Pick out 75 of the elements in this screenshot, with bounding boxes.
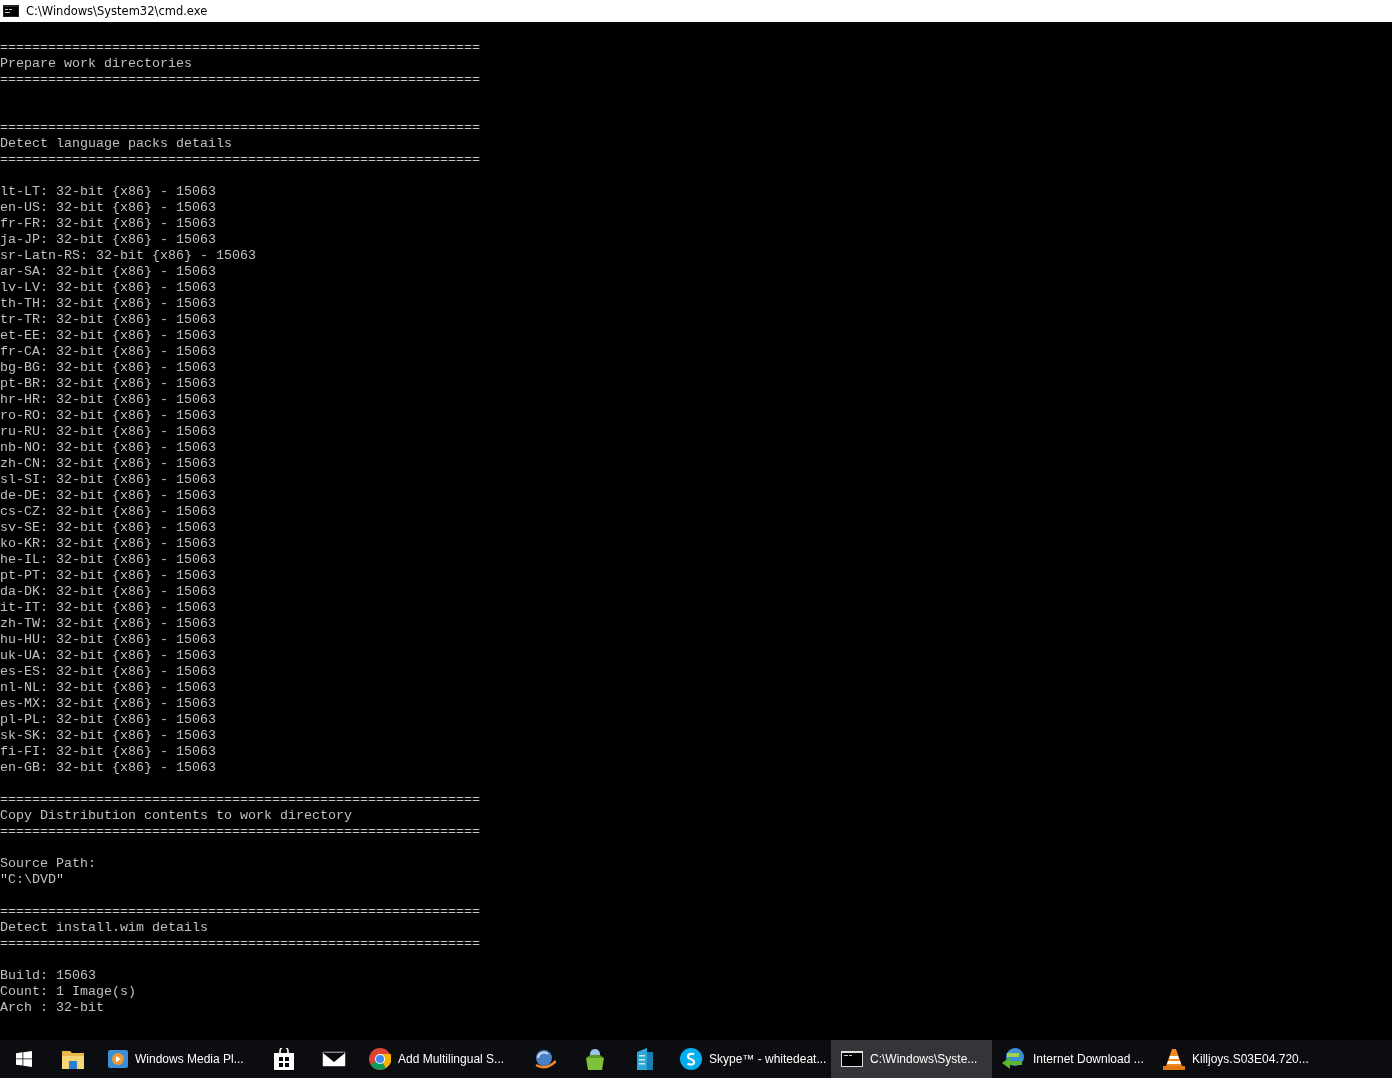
package-icon [584, 1048, 606, 1070]
console-line: cs-CZ: 32-bit {x86} - 15063 [0, 504, 216, 519]
console-line: Prepare work directories [0, 56, 192, 71]
taskbar-window-button[interactable]: C:\Windows\Syste... [831, 1040, 992, 1078]
console-line: fi-FI: 32-bit {x86} - 15063 [0, 744, 216, 759]
console-line: et-EE: 32-bit {x86} - 15063 [0, 328, 216, 343]
console-line: Build: 15063 [0, 968, 96, 983]
console-line: "C:\DVD" [0, 872, 64, 887]
console-line: pt-BR: 32-bit {x86} - 15063 [0, 376, 216, 391]
console-line: fr-CA: 32-bit {x86} - 15063 [0, 344, 216, 359]
console-icon [841, 1051, 863, 1067]
console-line: sk-SK: 32-bit {x86} - 15063 [0, 728, 216, 743]
taskbar-window-button[interactable]: Skype™ - whitedeat... [670, 1040, 831, 1078]
console-line: he-IL: 32-bit {x86} - 15063 [0, 552, 216, 567]
console-line: Copy Distribution contents to work directory [0, 808, 352, 823]
console-line: pt-PT: 32-bit {x86} - 15063 [0, 568, 216, 583]
console-line: ar-SA: 32-bit {x86} - 15063 [0, 264, 216, 279]
mail-icon [322, 1051, 346, 1067]
console-line: lv-LV: 32-bit {x86} - 15063 [0, 280, 216, 295]
console-line: ============================================================ [0, 40, 480, 55]
globe-icon [534, 1049, 556, 1069]
console-line: Source Path: [0, 856, 96, 871]
console-line: ============================================================ [0, 792, 480, 807]
console-line: nb-NO: 32-bit {x86} - 15063 [0, 440, 216, 455]
taskbar-window-button[interactable]: Add Multilingual S... [359, 1040, 520, 1078]
console-line: it-IT: 32-bit {x86} - 15063 [0, 600, 216, 615]
console-line: zh-TW: 32-bit {x86} - 15063 [0, 616, 216, 631]
download-icon [1002, 1048, 1026, 1070]
console-line: ko-KR: 32-bit {x86} - 15063 [0, 536, 216, 551]
console-line: ============================================================ [0, 904, 480, 919]
console-line: en-GB: 32-bit {x86} - 15063 [0, 760, 216, 775]
taskbar-window-button[interactable]: Killjoys.S03E04.720... [1153, 1040, 1314, 1078]
console-line: hu-HU: 32-bit {x86} - 15063 [0, 632, 216, 647]
console-line: fr-FR: 32-bit {x86} - 15063 [0, 216, 216, 231]
console-line: uk-UA: 32-bit {x86} - 15063 [0, 648, 216, 663]
console-line: en-US: 32-bit {x86} - 15063 [0, 200, 216, 215]
console-line: tr-TR: 32-bit {x86} - 15063 [0, 312, 216, 327]
skype-icon [680, 1048, 702, 1070]
console-line: da-DK: 32-bit {x86} - 15063 [0, 584, 216, 599]
console-line: es-MX: 32-bit {x86} - 15063 [0, 696, 216, 711]
console-line: nl-NL: 32-bit {x86} - 15063 [0, 680, 216, 695]
console-line: de-DE: 32-bit {x86} - 15063 [0, 488, 216, 503]
console-line: ============================================================ [0, 120, 480, 135]
console-line: pl-PL: 32-bit {x86} - 15063 [0, 712, 216, 727]
traffic-cone-icon [1163, 1048, 1185, 1070]
console-line: sv-SE: 32-bit {x86} - 15063 [0, 520, 216, 535]
console-line: ============================================================ [0, 824, 480, 839]
console-line: zh-CN: 32-bit {x86} - 15063 [0, 456, 216, 471]
console-line: th-TH: 32-bit {x86} - 15063 [0, 296, 216, 311]
browser-icon [369, 1048, 391, 1070]
console-line: bg-BG: 32-bit {x86} - 15063 [0, 360, 216, 375]
console-line: ja-JP: 32-bit {x86} - 15063 [0, 232, 216, 247]
console-line: es-ES: 32-bit {x86} - 15063 [0, 664, 216, 679]
media-player-icon [108, 1049, 128, 1069]
taskbar-window-button[interactable]: Windows Media Pl... [98, 1040, 259, 1078]
console-line: Arch : 32-bit [0, 1000, 104, 1015]
window-title: C:\Windows\System32\cmd.exe [26, 4, 208, 18]
building-icon [635, 1048, 655, 1070]
console-line: Detect language packs details [0, 136, 232, 151]
taskbar-window-button[interactable]: Internet Download ... [992, 1040, 1153, 1078]
console-icon [3, 5, 19, 17]
console-line: ============================================================ [0, 936, 480, 951]
console-line: Detect install.wim details [0, 920, 208, 935]
store-icon [274, 1048, 294, 1070]
console-line: sl-SI: 32-bit {x86} - 15063 [0, 472, 216, 487]
console-line: ro-RO: 32-bit {x86} - 15063 [0, 408, 216, 423]
folder-icon [62, 1049, 84, 1069]
console-line: ============================================================ [0, 72, 480, 87]
console-line: Count: 1 Image(s) [0, 984, 136, 999]
console-line: ============================================================ [0, 152, 480, 167]
console-line: lt-LT: 32-bit {x86} - 15063 [0, 184, 216, 199]
console-line: sr-Latn-RS: 32-bit {x86} - 15063 [0, 248, 256, 263]
console-line: hr-HR: 32-bit {x86} - 15063 [0, 392, 216, 407]
start-icon [16, 1051, 32, 1067]
console-line: ru-RU: 32-bit {x86} - 15063 [0, 424, 216, 439]
